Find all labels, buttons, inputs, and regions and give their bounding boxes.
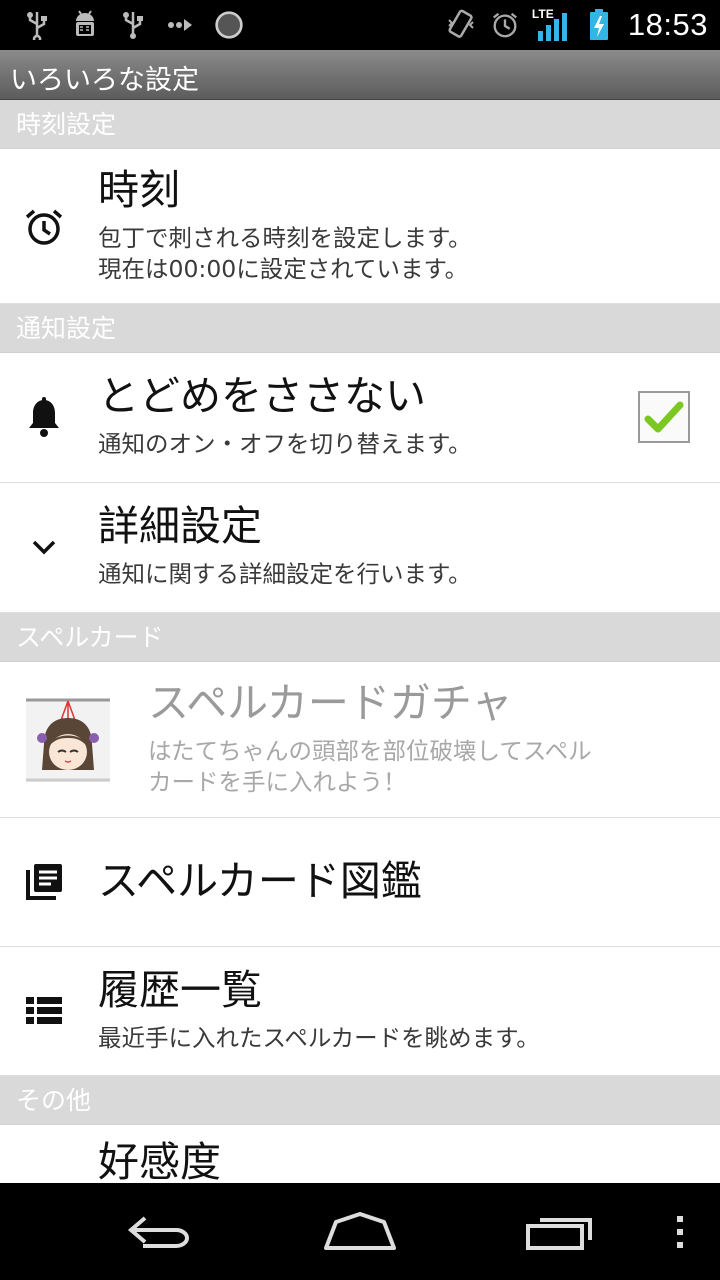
section-header-other: その他 bbox=[0, 1076, 720, 1125]
lte-signal-icon: LTE bbox=[531, 7, 570, 41]
network-type-label: LTE bbox=[531, 7, 554, 21]
chevron-down-icon bbox=[22, 525, 66, 569]
circle-loading-icon bbox=[214, 10, 244, 40]
item-summary: 通知に関する詳細設定を行います。 bbox=[98, 560, 472, 588]
setting-item-notification-toggle[interactable]: とどめをささない 通知のオン・オフを切り替えます。 bbox=[0, 353, 720, 483]
setting-item-time[interactable]: 時刻 包丁で刺される時刻を設定します。 現在は00:00に設定されています。 bbox=[0, 149, 720, 304]
alarm-clock-icon bbox=[22, 205, 66, 249]
setting-item-gacha: スペルカードガチャ はたてちゃんの頭部を部位破壊してスペル カードを手に入れよう… bbox=[0, 662, 720, 818]
navigation-bar bbox=[0, 1183, 720, 1280]
alarm-icon bbox=[490, 10, 520, 40]
back-icon[interactable] bbox=[110, 1183, 210, 1280]
item-title: スペルカードガチャ bbox=[148, 679, 513, 727]
notification-checkbox[interactable] bbox=[638, 391, 690, 443]
setting-item-detail[interactable]: 詳細設定 通知に関する詳細設定を行います。 bbox=[0, 483, 720, 613]
item-summary: 通知のオン・オフを切り替えます。 bbox=[98, 430, 472, 458]
item-summary: 最近手に入れたスペルカードを眺めます。 bbox=[98, 1024, 540, 1052]
action-bar: いろいろな設定 bbox=[0, 50, 720, 100]
item-summary: カードを手に入れよう！ bbox=[148, 768, 407, 796]
home-icon[interactable] bbox=[310, 1183, 410, 1280]
section-header-time: 時刻設定 bbox=[0, 100, 720, 149]
data-transfer-icon bbox=[166, 10, 196, 40]
item-title: スペルカード図鑑 bbox=[98, 857, 422, 905]
item-title: 時刻 bbox=[98, 166, 180, 214]
setting-item-affection[interactable]: 好感度 bbox=[0, 1125, 720, 1183]
usb-icon bbox=[22, 10, 52, 40]
overflow-menu-icon[interactable] bbox=[660, 1183, 700, 1280]
status-bar: LTE 18:53 bbox=[0, 0, 720, 50]
list-view-icon bbox=[22, 989, 66, 1033]
item-title: 好感度 bbox=[98, 1138, 221, 1183]
item-title: 履歴一覧 bbox=[98, 966, 262, 1014]
character-avatar-icon bbox=[26, 696, 110, 782]
item-summary: はたてちゃんの頭部を部位破壊してスペル bbox=[148, 737, 592, 765]
setting-item-history[interactable]: 履歴一覧 最近手に入れたスペルカードを眺めます。 bbox=[0, 947, 720, 1076]
item-summary: 包丁で刺される時刻を設定します。 bbox=[98, 224, 472, 252]
bell-icon bbox=[22, 395, 66, 439]
notification-icons bbox=[22, 8, 244, 42]
section-header-spellcard: スペルカード bbox=[0, 613, 720, 662]
clock: 18:53 bbox=[627, 7, 708, 42]
recent-apps-icon[interactable] bbox=[510, 1183, 610, 1280]
android-debug-icon bbox=[70, 10, 100, 40]
item-title: とどめをささない bbox=[98, 372, 426, 420]
battery-charging-icon bbox=[584, 9, 614, 40]
setting-item-spellcard-collection[interactable]: スペルカード図鑑 bbox=[0, 818, 720, 947]
check-icon bbox=[644, 401, 684, 433]
system-icons: LTE 18:53 bbox=[446, 6, 708, 44]
item-title: 詳細設定 bbox=[98, 502, 262, 550]
item-summary: 現在は00:00に設定されています。 bbox=[98, 255, 469, 283]
page-title: いろいろな設定 bbox=[10, 65, 199, 96]
document-list-icon bbox=[22, 860, 66, 904]
section-header-notification: 通知設定 bbox=[0, 304, 720, 353]
usb-icon bbox=[118, 10, 148, 40]
settings-list[interactable]: 時刻設定 時刻 包丁で刺される時刻を設定します。 現在は00:00に設定されてい… bbox=[0, 100, 720, 1183]
vibrate-icon bbox=[446, 9, 476, 40]
